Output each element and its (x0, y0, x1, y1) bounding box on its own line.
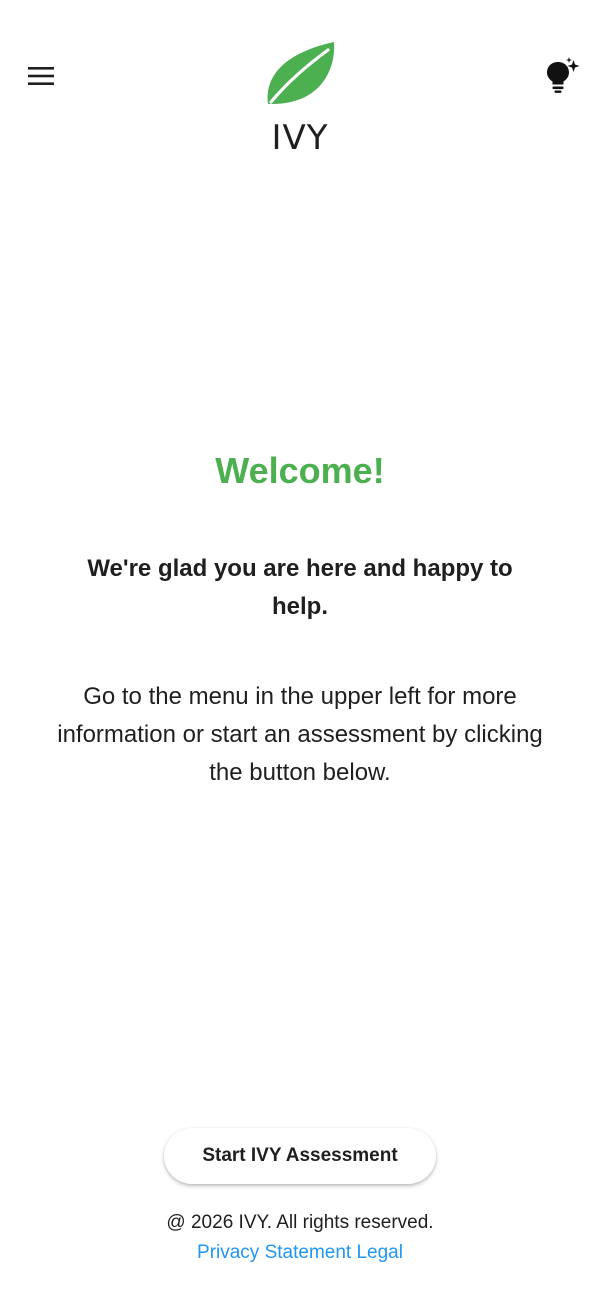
lightbulb-sparkle-icon (547, 57, 580, 93)
menu-button[interactable] (22, 60, 60, 92)
hamburger-menu-icon (28, 67, 54, 85)
app-header: IVY (0, 0, 600, 170)
copyright-text: @ 2026 IVY. All rights reserved. (166, 1212, 434, 1233)
app-title: IVY (271, 118, 329, 158)
footer-links: Privacy Statement Legal (0, 1238, 600, 1268)
welcome-heading: Welcome! (215, 450, 385, 491)
start-assessment-button[interactable]: Start IVY Assessment (164, 1128, 436, 1184)
welcome-instructions: Go to the menu in the upper left for mor… (57, 683, 543, 786)
legal-link[interactable]: Legal (356, 1242, 403, 1263)
privacy-statement-link[interactable]: Privacy Statement (197, 1242, 351, 1263)
welcome-subtitle: We're glad you are here and happy to hel… (87, 555, 513, 620)
leaf-logo-icon (267, 42, 335, 104)
footer: @ 2026 IVY. All rights reserved. Privacy… (0, 1208, 600, 1268)
tips-button[interactable] (540, 55, 584, 97)
